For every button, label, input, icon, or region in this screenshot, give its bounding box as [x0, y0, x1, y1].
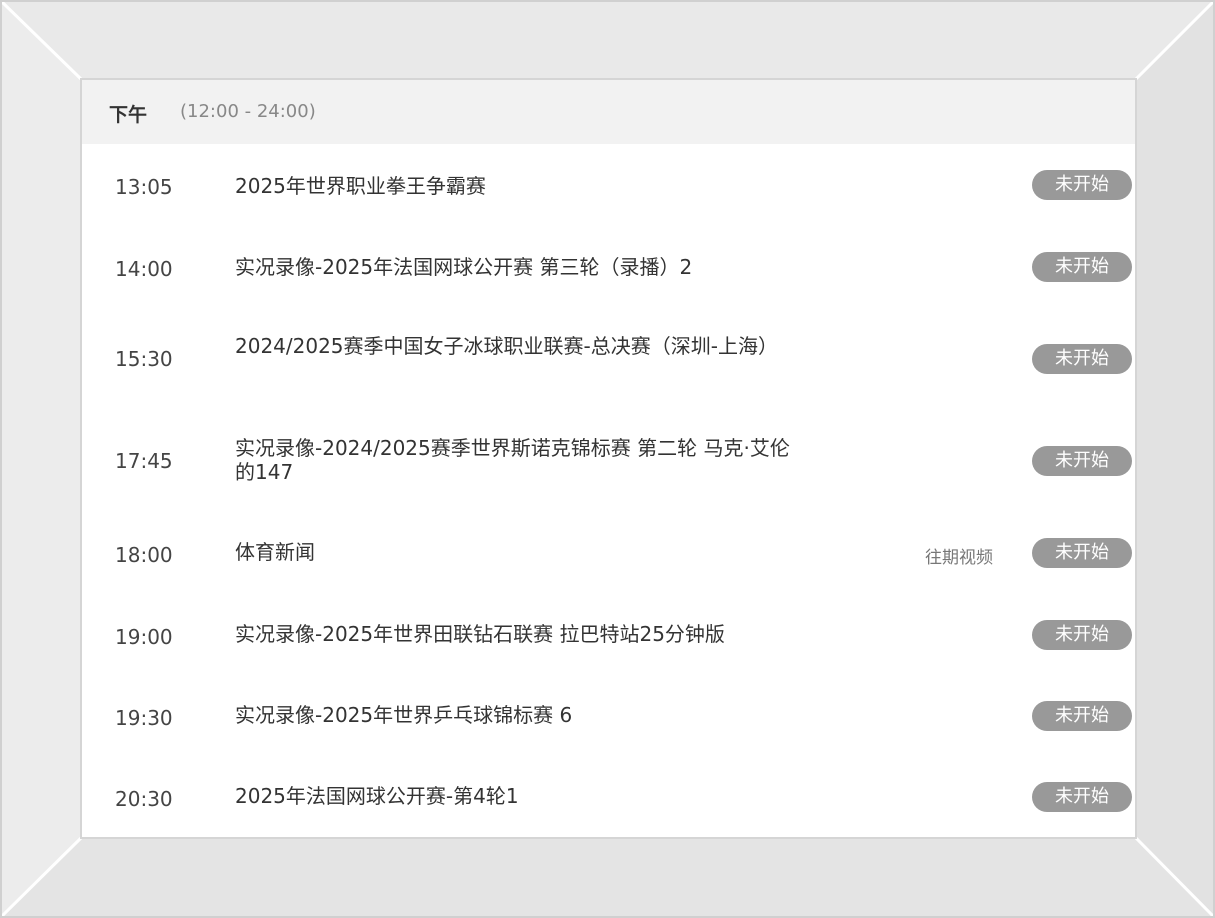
period-header: 下午 (12:00 - 24:00) — [82, 80, 1135, 144]
program-title[interactable]: 2025年世界职业拳王争霸赛 — [235, 174, 790, 198]
program-title[interactable]: 实况录像-2025年世界田联钻石联赛 拉巴特站25分钟版 — [235, 622, 790, 646]
program-title[interactable]: 实况录像-2024/2025赛季世界斯诺克锦标赛 第二轮 马克·艾伦的147 — [235, 436, 790, 484]
status-badge: 未开始 — [1032, 782, 1132, 812]
status-badge: 未开始 — [1032, 446, 1132, 476]
program-time: 17:45 — [115, 449, 173, 473]
status-badge: 未开始 — [1032, 170, 1132, 200]
status-badge: 未开始 — [1032, 344, 1132, 374]
program-title[interactable]: 2025年法国网球公开赛-第4轮1 — [235, 784, 790, 808]
period-label: 下午 — [109, 104, 148, 126]
program-title[interactable]: 2024/2025赛季中国女子冰球职业联赛-总决赛（深圳-上海） — [235, 334, 790, 358]
program-time: 13:05 — [115, 175, 173, 199]
period-range: (12:00 - 24:00) — [180, 101, 316, 122]
program-time: 19:00 — [115, 625, 173, 649]
status-badge: 未开始 — [1032, 701, 1132, 731]
program-title[interactable]: 实况录像-2025年法国网球公开赛 第三轮（录播）2 — [235, 255, 790, 279]
schedule-panel: 下午 (12:00 - 24:00) 13:05 2025年世界职业拳王争霸赛 … — [82, 80, 1135, 837]
status-badge: 未开始 — [1032, 620, 1132, 650]
program-title[interactable]: 实况录像-2025年世界乒乓球锦标赛 6 — [235, 703, 790, 727]
program-title[interactable]: 体育新闻 — [235, 540, 790, 564]
past-videos-link[interactable]: 往期视频 — [925, 543, 993, 568]
program-time: 14:00 — [115, 257, 173, 281]
program-time: 19:30 — [115, 706, 173, 730]
status-badge: 未开始 — [1032, 538, 1132, 568]
status-badge: 未开始 — [1032, 252, 1132, 282]
program-time: 15:30 — [115, 347, 173, 371]
program-time: 20:30 — [115, 787, 173, 811]
program-time: 18:00 — [115, 543, 173, 567]
